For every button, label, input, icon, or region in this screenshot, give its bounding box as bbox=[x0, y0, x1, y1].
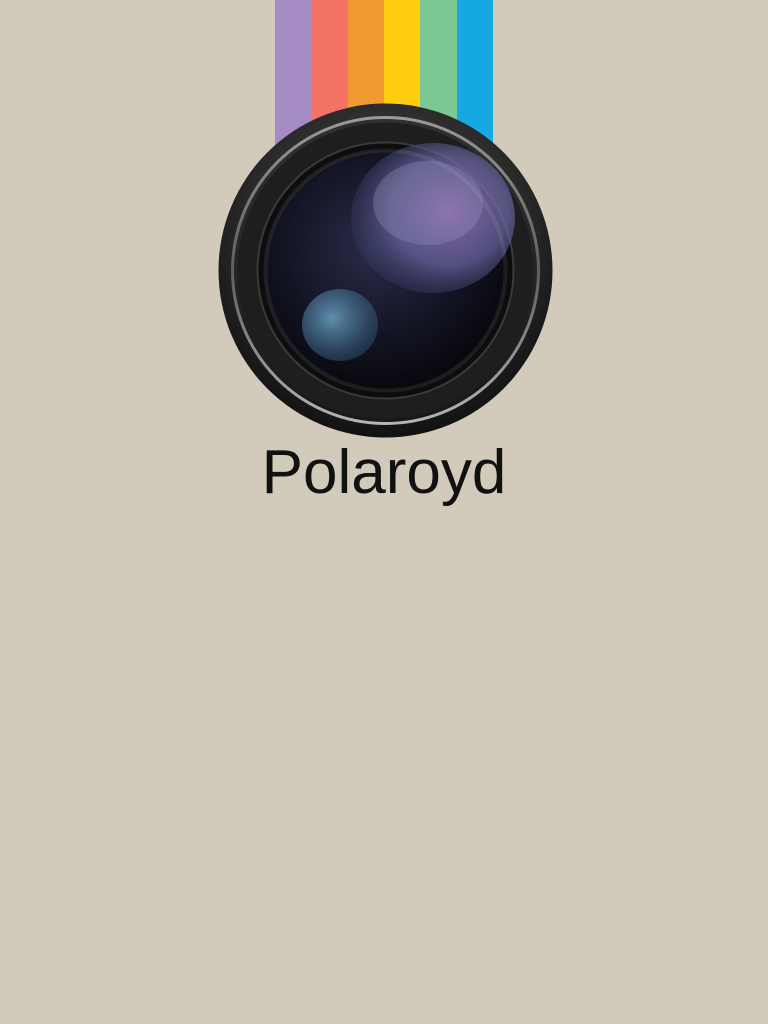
app-title: Polaroyd bbox=[261, 438, 507, 507]
camera-lens-icon bbox=[218, 103, 553, 438]
